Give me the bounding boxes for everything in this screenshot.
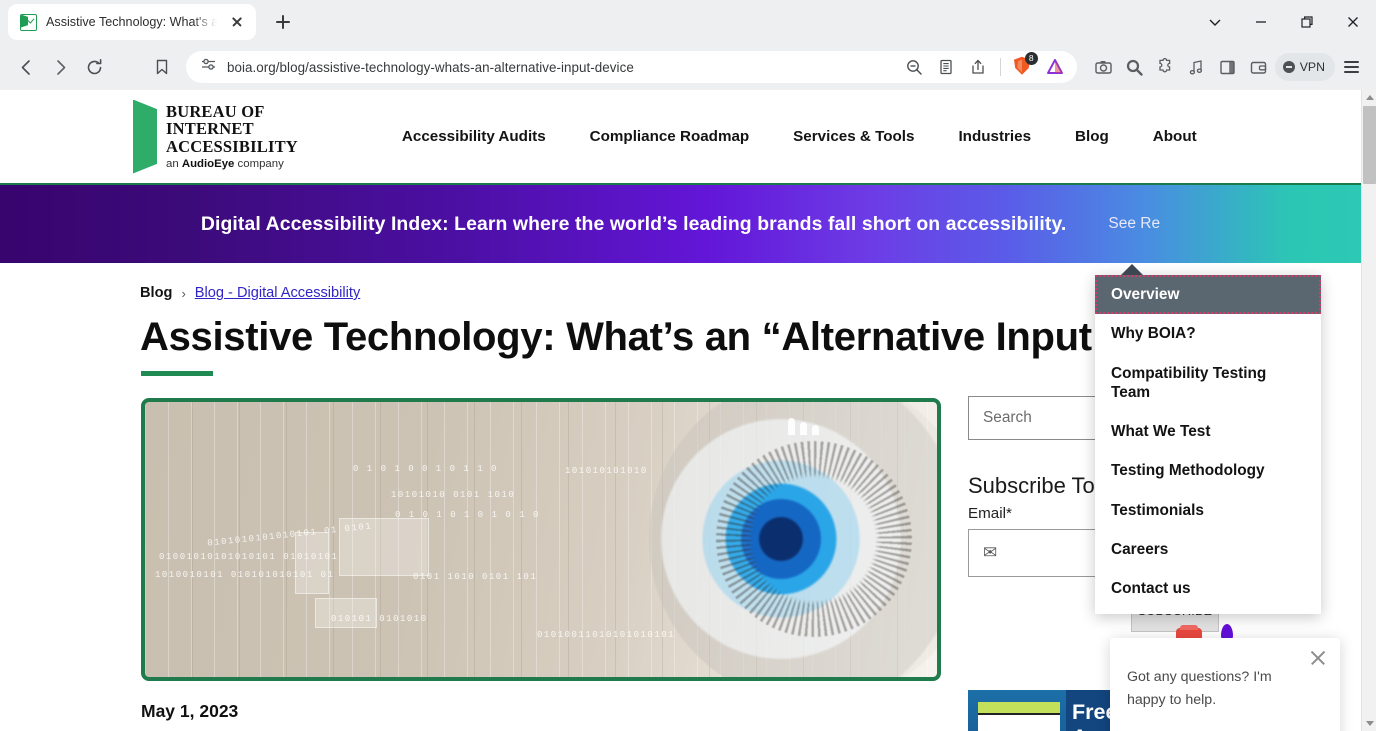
reader-mode-icon[interactable] [932, 53, 960, 81]
breadcrumb-separator-icon: › [181, 285, 186, 301]
browser-toolbar: boia.org/blog/assistive-technology-whats… [0, 44, 1376, 90]
hero-card-a [295, 531, 329, 594]
chat-greeting-text: Got any questions? I'm happy to help. [1127, 669, 1272, 708]
extensions-puzzle-icon[interactable] [1151, 52, 1181, 82]
wallet-icon[interactable] [1244, 52, 1274, 82]
address-bar[interactable]: boia.org/blog/assistive-technology-whats… [186, 51, 1077, 83]
nav-item-about[interactable]: About [1131, 118, 1219, 155]
nav-item-compliance-roadmap[interactable]: Compliance Roadmap [568, 118, 772, 155]
zoom-out-icon[interactable] [900, 53, 928, 81]
logo-line-3: ACCESSIBILITY [166, 136, 298, 156]
brave-shields-icon[interactable]: 8 [1009, 52, 1038, 81]
promo-card-graphic [968, 690, 1066, 731]
nav-item-blog[interactable]: Blog [1053, 118, 1131, 155]
close-window-icon[interactable] [1330, 0, 1376, 44]
vpn-button[interactable]: VPN [1274, 53, 1335, 81]
main-navigation: Accessibility Audits Compliance Roadmap … [380, 118, 1219, 155]
close-chat-popup-icon[interactable] [1308, 648, 1328, 668]
dropdown-arrow-icon [1121, 264, 1143, 275]
window-controls [1192, 0, 1376, 44]
nav-item-industries[interactable]: Industries [936, 118, 1053, 155]
browser-menu-icon[interactable] [1336, 52, 1366, 82]
shield-count-badge: 8 [1024, 52, 1038, 65]
toolbar-right-buttons: VPN [1089, 52, 1366, 82]
boia-favicon-icon [20, 13, 37, 31]
music-note-icon[interactable] [1182, 52, 1212, 82]
logo-line-1: BUREAU OF [166, 101, 265, 121]
forward-button-icon[interactable] [44, 51, 76, 83]
menu-item-what-we-test[interactable]: What We Test [1095, 412, 1321, 451]
envelope-icon: ✉ [983, 543, 998, 562]
minimize-window-icon[interactable] [1238, 0, 1284, 44]
digital-eye-graphic [649, 401, 937, 677]
people-figures-graphic [788, 417, 819, 435]
close-tab-icon[interactable] [226, 11, 248, 33]
new-tab-button[interactable] [268, 7, 298, 37]
menu-item-compatibility-testing-team[interactable]: Compatibility Testing Team [1095, 354, 1321, 413]
site-settings-icon[interactable] [200, 56, 217, 78]
browser-window: Assistive Technology: What's an boia.org… [0, 0, 1376, 731]
logo-tagline: an AudioEye company [166, 158, 284, 171]
promo-banner: Digital Accessibility Index: Learn where… [0, 185, 1361, 263]
menu-item-contact-us[interactable]: Contact us [1095, 569, 1321, 608]
nav-item-services-tools[interactable]: Services & Tools [771, 118, 936, 155]
share-icon[interactable] [964, 53, 992, 81]
vpn-label: VPN [1299, 60, 1325, 74]
toolbar-divider [999, 58, 1001, 76]
chat-greeting-popup: Got any questions? I'm happy to help. [1110, 638, 1340, 731]
browser-tab[interactable]: Assistive Technology: What's an [8, 4, 256, 40]
boia-logo-mark-icon [133, 99, 157, 174]
menu-item-testing-methodology[interactable]: Testing Methodology [1095, 451, 1321, 490]
sidebar-toggle-icon[interactable] [1213, 52, 1243, 82]
search-icon[interactable] [1120, 52, 1150, 82]
site-header: BUREAU OF INTERNET ACCESSIBILITY an Audi… [0, 90, 1361, 185]
menu-item-why-boia[interactable]: Why BOIA? [1095, 314, 1321, 353]
nav-item-accessibility-audits[interactable]: Accessibility Audits [380, 118, 568, 155]
brave-rewards-icon[interactable] [1041, 53, 1069, 81]
breadcrumb-home[interactable]: Blog [140, 285, 172, 301]
address-bar-icons: 8 [900, 52, 1069, 81]
bookmark-icon[interactable] [146, 51, 178, 83]
screenshot-camera-icon[interactable] [1089, 52, 1119, 82]
tab-search-chevron-icon[interactable] [1192, 0, 1238, 44]
breadcrumb-current[interactable]: Blog - Digital Accessibility [195, 285, 360, 301]
document-header-bar [978, 702, 1060, 715]
back-button-icon[interactable] [10, 51, 42, 83]
page-scrollbar[interactable] [1361, 90, 1376, 731]
logo-line-2: INTERNET [166, 119, 254, 139]
url-text: boia.org/blog/assistive-technology-whats… [227, 59, 634, 75]
promo-banner-link[interactable]: See Re [1108, 215, 1160, 233]
scrollbar-thumb[interactable] [1363, 106, 1376, 184]
promo-banner-text: Digital Accessibility Index: Learn where… [200, 212, 1067, 235]
scroll-up-arrow-icon[interactable] [1362, 90, 1376, 105]
menu-item-overview[interactable]: Overview [1095, 275, 1321, 315]
maximize-window-icon[interactable] [1284, 0, 1330, 44]
menu-item-testimonials[interactable]: Testimonials [1095, 491, 1321, 530]
tab-title: Assistive Technology: What's an [46, 15, 217, 29]
scroll-down-arrow-icon[interactable] [1362, 716, 1376, 731]
about-dropdown-menu: Overview Why BOIA? Compatibility Testing… [1095, 264, 1321, 615]
title-underline-rule [141, 370, 213, 376]
vpn-status-icon [1282, 61, 1295, 73]
tab-strip: Assistive Technology: What's an [0, 0, 1376, 44]
site-logo[interactable]: BUREAU OF INTERNET ACCESSIBILITY an Audi… [133, 99, 298, 174]
article-hero-image: 01001010101010101 01010101 1010010101 01… [141, 397, 941, 681]
page-viewport: BUREAU OF INTERNET ACCESSIBILITY an Audi… [0, 90, 1376, 731]
menu-item-careers[interactable]: Careers [1095, 530, 1321, 569]
reload-button-icon[interactable] [78, 51, 110, 83]
